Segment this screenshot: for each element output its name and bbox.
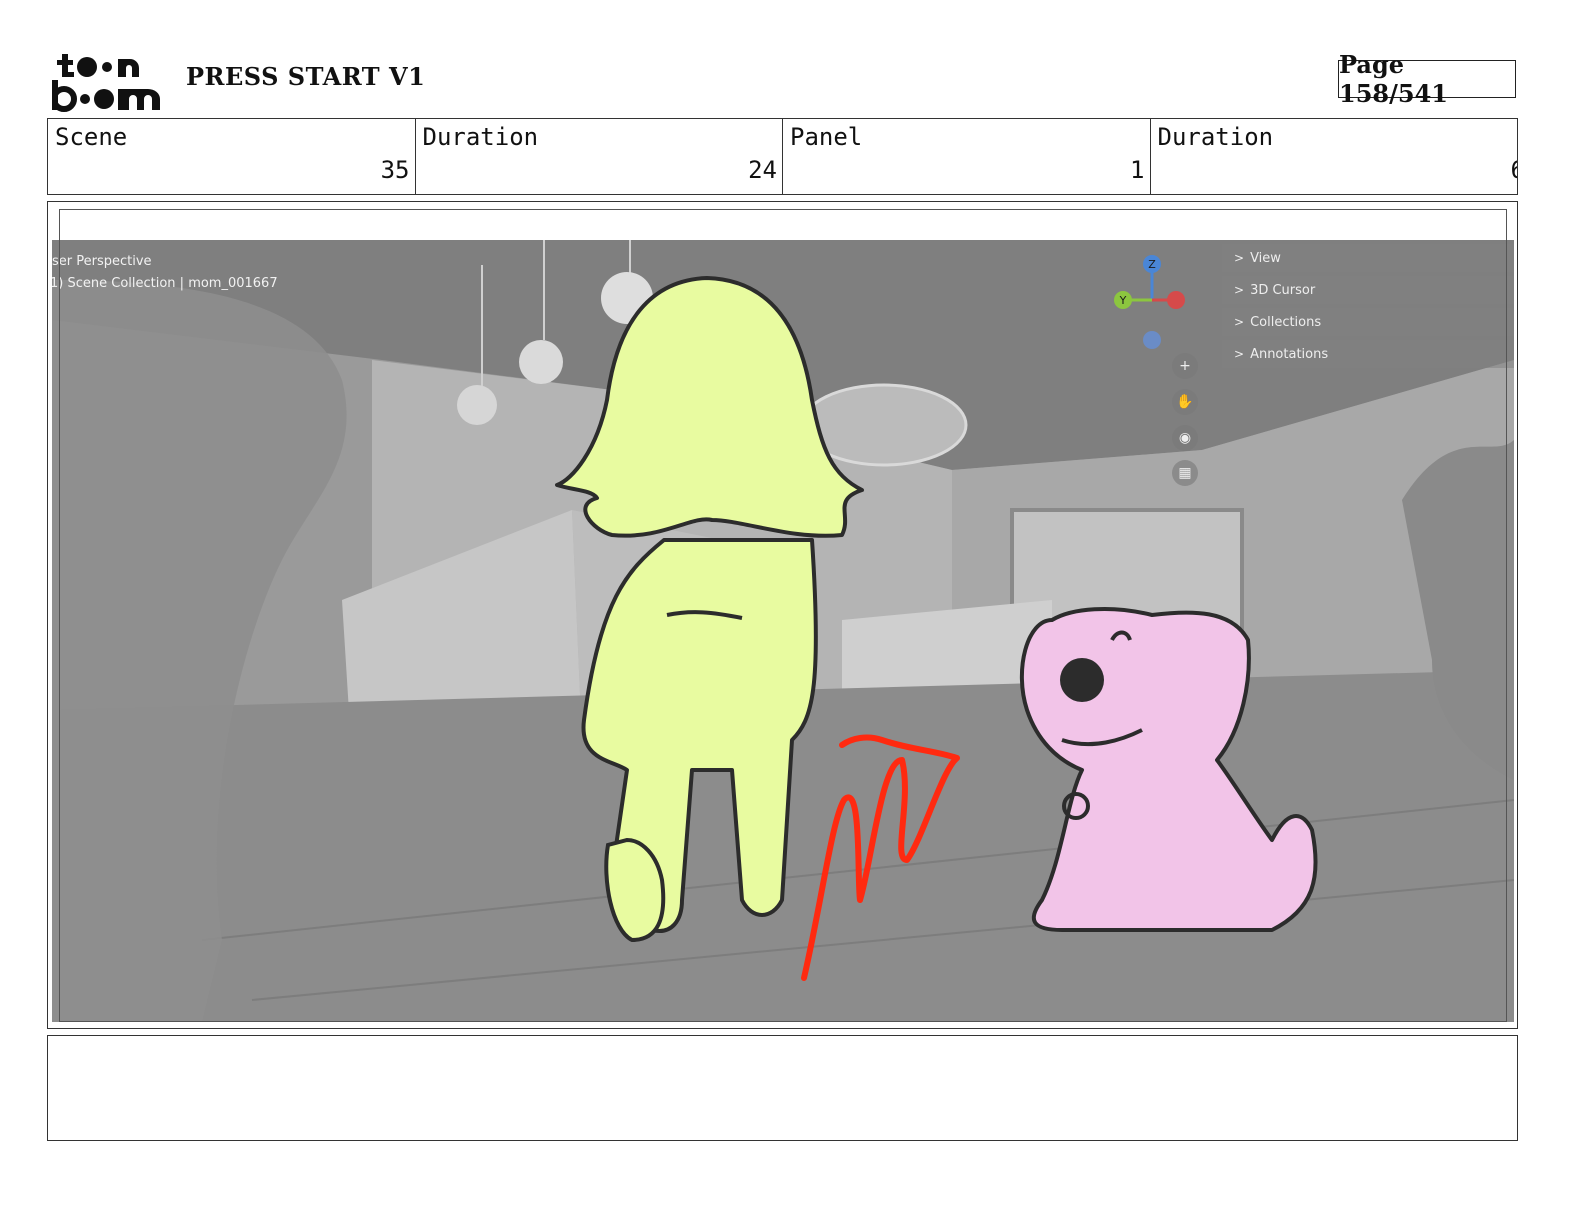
grid-icon[interactable]: ▦: [1172, 460, 1198, 486]
sidebar-item-view[interactable]: > View: [1222, 244, 1514, 272]
panel-cell: Panel 1: [783, 119, 1151, 194]
scene-duration-cell: Duration 24: [416, 119, 783, 194]
notes-box[interactable]: [47, 1035, 1518, 1141]
viewport-perspective-label: ser Perspective: [52, 254, 152, 269]
sidebar-item-label: Annotations: [1250, 346, 1329, 362]
toonboom-logo: [51, 52, 164, 112]
gizmo-z-label: Z: [1148, 258, 1156, 271]
sidebar-item-label: Collections: [1250, 314, 1322, 330]
scene-cell: Scene 35: [48, 119, 416, 194]
scene-duration-label: Duration: [422, 123, 539, 151]
scene-duration-value: 24: [748, 156, 777, 184]
hand-icon[interactable]: ✋: [1172, 389, 1198, 415]
panel-duration-value: 6: [1511, 156, 1517, 184]
page-indicator: Page 158/541: [1338, 50, 1516, 108]
zoom-icon[interactable]: +: [1172, 353, 1198, 379]
scene-label: Scene: [55, 123, 128, 151]
project-title: PRESS START V1: [186, 62, 426, 91]
sidebar-item-collections[interactable]: > Collections: [1222, 308, 1514, 336]
gizmo-y-label: Y: [1119, 294, 1127, 307]
panel-label: Panel: [790, 123, 863, 151]
chevron-right-icon: >: [1234, 251, 1245, 265]
chevron-right-icon: >: [1234, 347, 1245, 361]
sidebar-item-annotations[interactable]: > Annotations: [1222, 340, 1514, 368]
chevron-right-icon: >: [1234, 315, 1245, 329]
sidebar-item-label: View: [1250, 250, 1281, 266]
axis-gizmo[interactable]: Z Y: [1108, 254, 1188, 354]
chevron-right-icon: >: [1234, 283, 1245, 297]
sidebar-panel: > View >3D Cursor > Collections > Annotatio…: [1222, 244, 1514, 372]
panel-duration-label: Duration: [1157, 123, 1274, 151]
panel-duration-cell: Duration 6: [1151, 119, 1518, 194]
panel-value: 1: [1130, 156, 1145, 184]
sidebar-item-label: 3D Cursor: [1250, 282, 1316, 298]
scene-info-row: Scene 35 Duration 24 Panel 1 Duration 6: [47, 118, 1518, 195]
sidebar-item-3d-cursor[interactable]: >3D Cursor: [1222, 276, 1514, 304]
viewport-collection-label: 1) Scene Collection | mom_001667: [52, 276, 278, 291]
camera-icon[interactable]: ◉: [1172, 425, 1198, 451]
scene-value: 35: [380, 156, 410, 184]
storyboard-panel-image: ser Perspective 1) Scene Collection | mo…: [52, 240, 1514, 1022]
